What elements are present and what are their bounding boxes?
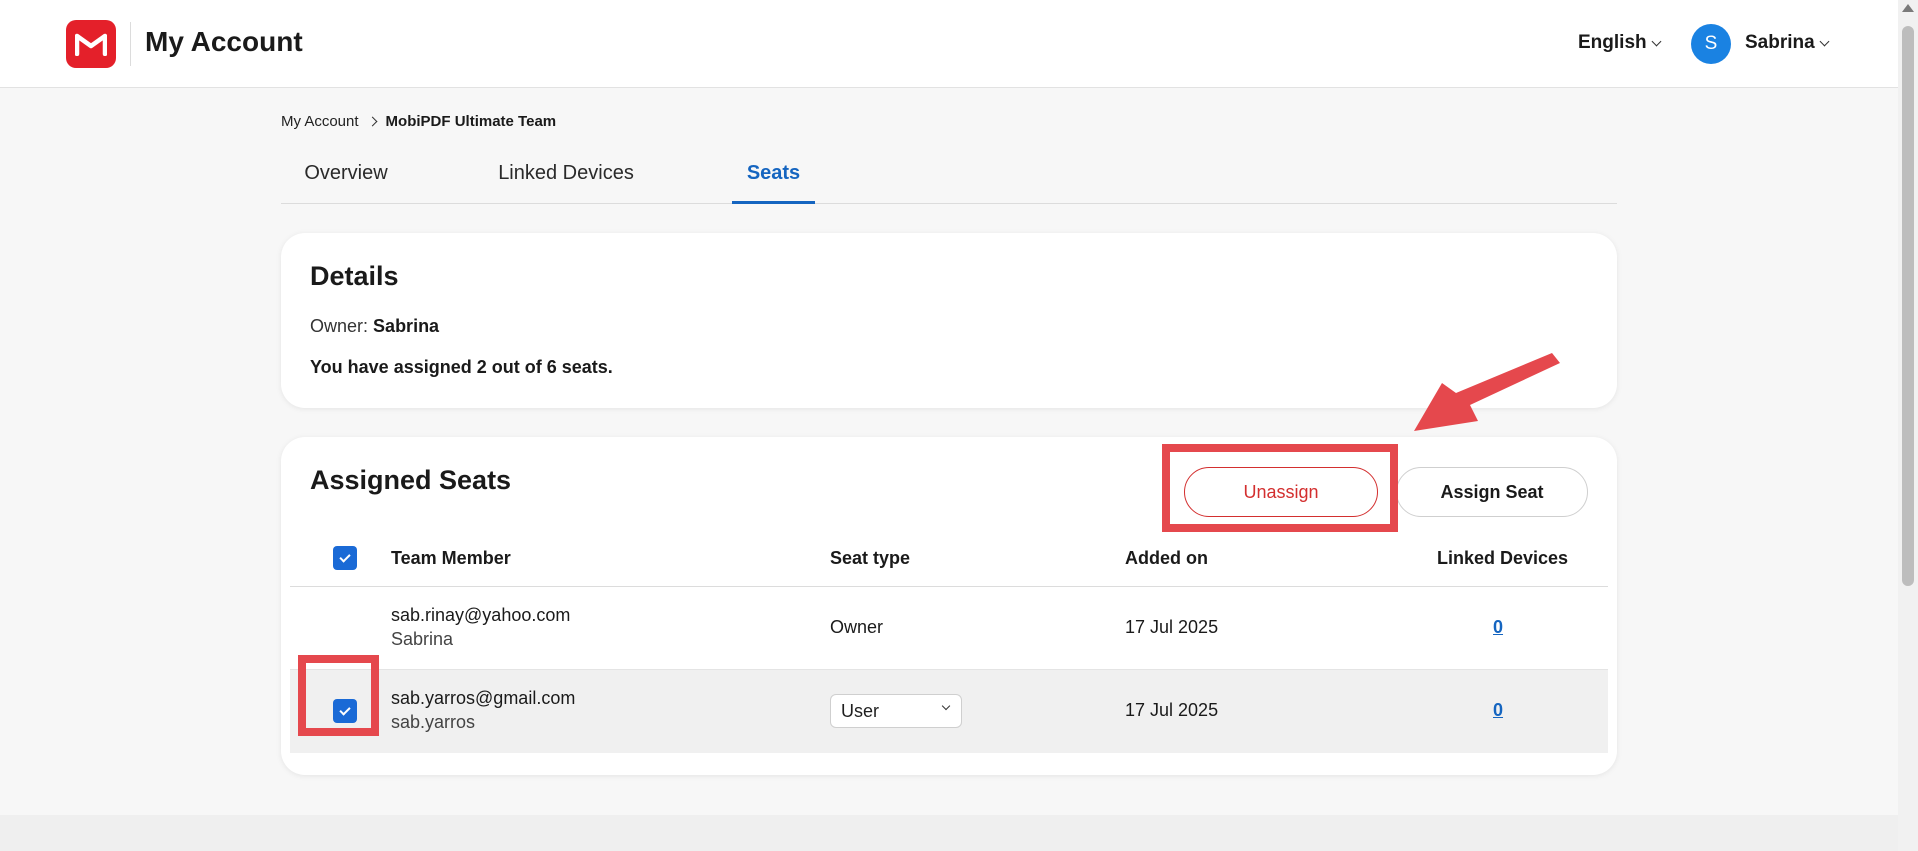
annotation-highlight-unassign xyxy=(1162,444,1398,532)
chevron-down-icon xyxy=(1819,36,1830,46)
tab-overview[interactable]: Overview xyxy=(291,150,401,204)
column-seat-type: Seat type xyxy=(830,548,911,568)
assigned-seats-card: Assigned Seats Unassign Assign Seat Team… xyxy=(281,437,1617,775)
tab-bar: Overview Linked Devices Seats xyxy=(281,150,1617,204)
member-email: sab.yarros@gmail.com xyxy=(391,688,576,708)
tab-linked-devices[interactable]: Linked Devices xyxy=(484,150,648,204)
added-on-value: 17 Jul 2025 xyxy=(1125,617,1219,637)
logo-divider xyxy=(130,22,131,66)
seat-type-value: Owner xyxy=(830,617,884,637)
language-selector[interactable]: English xyxy=(1578,32,1662,54)
vertical-scrollbar[interactable] xyxy=(1898,0,1918,851)
assigned-seats-summary: You have assigned 2 out of 6 seats. xyxy=(310,357,613,377)
chevron-down-icon xyxy=(1651,36,1662,46)
m-logo-glyph-icon xyxy=(75,33,107,56)
details-title: Details xyxy=(310,261,399,291)
added-on-value: 17 Jul 2025 xyxy=(1125,700,1219,720)
breadcrumb-current: MobiPDF Ultimate Team xyxy=(385,113,557,130)
seats-table: Team Member Seat type Added on Linked De… xyxy=(290,529,1608,753)
language-label: English xyxy=(1578,32,1647,53)
table-row: sab.rinay@yahoo.com Sabrina Owner 17 Jul… xyxy=(290,587,1608,670)
table-header: Team Member Seat type Added on Linked De… xyxy=(290,529,1608,587)
table-row: sab.yarros@gmail.com sab.yarros User 17 … xyxy=(290,670,1608,753)
breadcrumb-my-account[interactable]: My Account xyxy=(281,113,359,130)
member-email: sab.rinay@yahoo.com xyxy=(391,605,571,625)
user-name-label: Sabrina xyxy=(1745,32,1815,53)
top-header: My Account English S Sabrina xyxy=(0,0,1898,88)
column-linked-devices: Linked Devices xyxy=(1437,548,1569,568)
seat-type-selected: User xyxy=(841,700,880,721)
footer-band xyxy=(0,815,1898,851)
annotation-highlight-checkbox xyxy=(298,655,379,736)
member-name: sab.yarros xyxy=(391,712,476,732)
linked-devices-link[interactable]: 0 xyxy=(1493,617,1503,638)
tab-seats[interactable]: Seats xyxy=(732,150,815,204)
app-title: My Account xyxy=(145,26,303,57)
scroll-up-arrow-icon[interactable] xyxy=(1902,4,1914,12)
assign-seat-button[interactable]: Assign Seat xyxy=(1396,467,1588,517)
chevron-down-icon xyxy=(941,701,951,711)
member-name: Sabrina xyxy=(391,629,454,649)
owner-label: Owner: xyxy=(310,316,369,336)
scrollbar-thumb[interactable] xyxy=(1902,26,1914,586)
chevron-right-icon xyxy=(367,116,377,127)
mobisystems-logo-icon[interactable] xyxy=(66,20,116,68)
assigned-seats-title: Assigned Seats xyxy=(310,465,512,495)
owner-line: Owner: Sabrina xyxy=(310,316,439,337)
annotation-arrow-icon xyxy=(1414,353,1560,431)
linked-devices-link[interactable]: 0 xyxy=(1493,700,1503,721)
seat-type-select[interactable]: User xyxy=(830,694,962,728)
owner-name: Sabrina xyxy=(373,316,440,336)
checkmark-icon xyxy=(339,550,351,563)
select-all-checkbox[interactable] xyxy=(333,546,357,570)
column-added-on: Added on xyxy=(1125,548,1208,568)
user-avatar[interactable]: S xyxy=(1691,24,1731,64)
breadcrumb: My Account MobiPDF Ultimate Team xyxy=(281,113,556,130)
user-menu[interactable]: Sabrina xyxy=(1745,32,1830,54)
column-team-member: Team Member xyxy=(391,548,511,568)
